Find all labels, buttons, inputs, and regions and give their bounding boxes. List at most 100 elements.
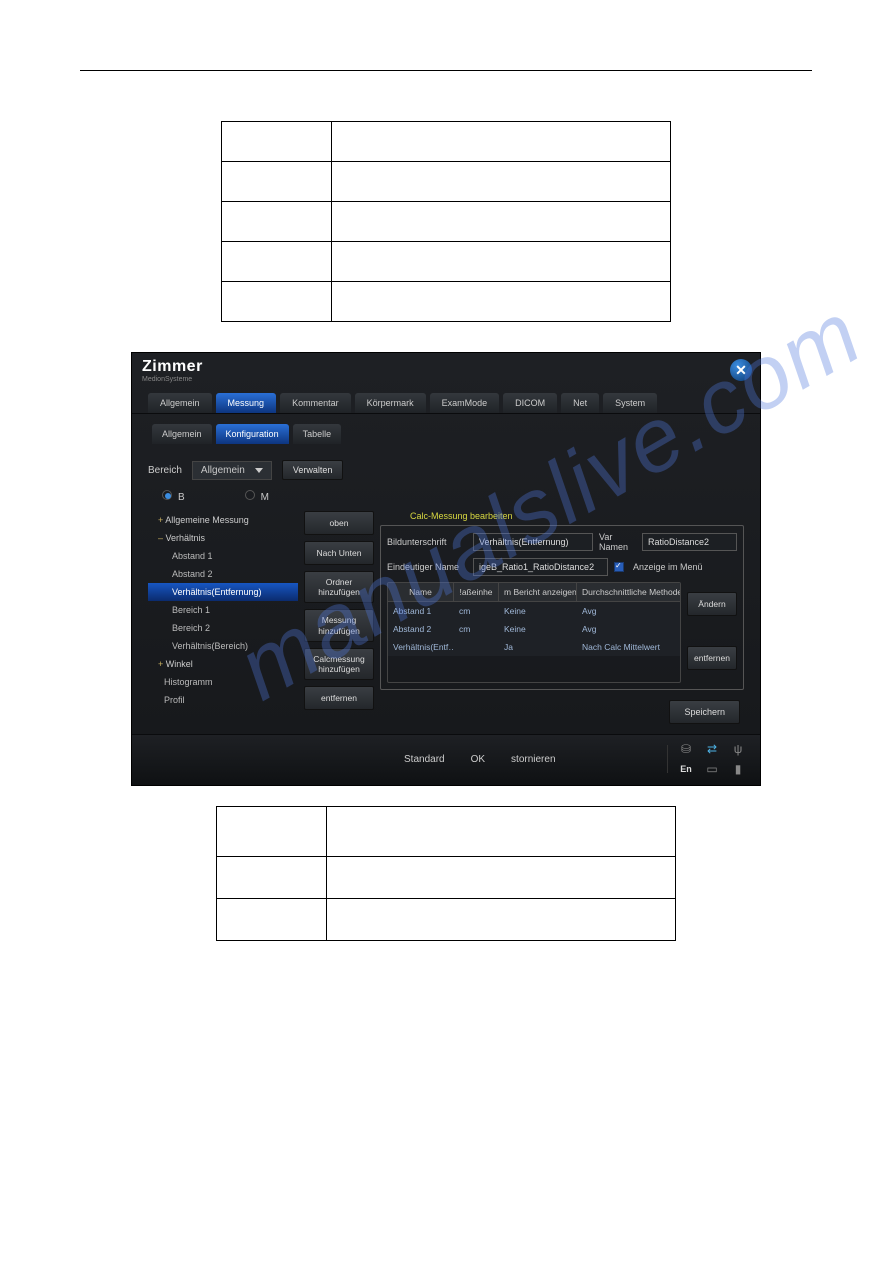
tree-histogramm[interactable]: Histogramm xyxy=(148,673,298,691)
app-header: Zimmer MedionSysteme ✕ xyxy=(132,353,760,387)
disk-icon[interactable]: ⛁ xyxy=(681,742,691,756)
tree-abstand1[interactable]: Abstand 1 xyxy=(148,547,298,565)
save-button[interactable]: Speichern xyxy=(669,700,740,724)
brand-name: Zimmer xyxy=(142,359,203,375)
tab-messung[interactable]: Messung xyxy=(216,393,277,413)
caption-row: Bildunterschrift Verhältnis(Entfernung) … xyxy=(387,532,737,552)
add-measurement-button[interactable]: Messung hinzufügen xyxy=(304,609,374,641)
table-row xyxy=(217,857,676,899)
app-footer: Standard OK stornieren ⛁ ⇄ ψ En ▭ ▮ xyxy=(132,734,760,785)
tree-action-buttons: oben Nach Unten Ordner hinzufügen Messun… xyxy=(304,511,374,724)
editor-table-wrap: Name !aßeinhe m Bericht anzeigen Durchsc… xyxy=(387,582,737,683)
close-button[interactable]: ✕ xyxy=(730,359,752,381)
chevron-down-icon xyxy=(255,468,263,473)
section-select-value: Allgemein xyxy=(201,465,245,476)
tree-verhaeltnis-bereich[interactable]: Verhältnis(Bereich) xyxy=(148,637,298,655)
brand: Zimmer MedionSysteme xyxy=(142,359,203,383)
usb-icon[interactable]: ψ xyxy=(734,742,743,756)
table-row[interactable]: Abstand 1 cm Keine Avg xyxy=(388,602,680,620)
tree-verhaeltnis[interactable]: Verhältnis xyxy=(148,529,298,547)
save-row: Speichern xyxy=(380,700,740,724)
radio-icon xyxy=(162,490,172,500)
move-down-button[interactable]: Nach Unten xyxy=(304,541,374,565)
measurement-tree: Allgemeine Messung Verhältnis Abstand 1 … xyxy=(148,511,298,724)
footer-buttons: Standard OK stornieren xyxy=(404,754,556,765)
unique-input[interactable]: igeB_Ratio1_RatioDistance2 xyxy=(473,558,608,576)
doc-table-bottom xyxy=(216,806,676,941)
editor-table-body: Abstand 1 cm Keine Avg Abstand 2 cm Kein… xyxy=(388,602,680,682)
table-row xyxy=(222,242,671,282)
radio-m[interactable]: M xyxy=(245,490,269,503)
status-icons: ⛁ ⇄ ψ En ▭ ▮ xyxy=(676,741,748,777)
table-row xyxy=(217,807,676,857)
caption-input[interactable]: Verhältnis(Entfernung) xyxy=(473,533,593,551)
language-button[interactable]: En xyxy=(680,764,692,774)
tab-kommentar[interactable]: Kommentar xyxy=(280,393,351,413)
table-row xyxy=(222,122,671,162)
varname-input[interactable]: RatioDistance2 xyxy=(642,533,737,551)
radio-row: B M xyxy=(162,490,744,503)
close-icon: ✕ xyxy=(735,362,747,379)
cancel-button[interactable]: stornieren xyxy=(511,754,555,765)
table-row[interactable]: Abstand 2 cm Keine Avg xyxy=(388,620,680,638)
table-row xyxy=(222,282,671,322)
app-body: Bereich Allgemein Verwalten B M Allgemei… xyxy=(132,444,760,734)
section-select[interactable]: Allgemein xyxy=(192,461,272,480)
editor-title: Calc-Messung bearbeiten xyxy=(410,511,744,521)
subtab-konfiguration[interactable]: Konfiguration xyxy=(216,424,289,444)
subtab-allgemein[interactable]: Allgemein xyxy=(152,424,212,444)
calc-editor: Calc-Messung bearbeiten Bildunterschrift… xyxy=(380,511,744,724)
ok-button[interactable]: OK xyxy=(471,754,485,765)
tab-system[interactable]: System xyxy=(603,393,657,413)
main-columns: Allgemeine Messung Verhältnis Abstand 1 … xyxy=(148,511,744,724)
main-tab-bar: Allgemein Messung Kommentar Körpermark E… xyxy=(132,387,760,414)
col-method: Durchschnittliche Methode xyxy=(577,583,680,602)
section-row: Bereich Allgemein Verwalten xyxy=(148,460,744,480)
varname-label: Var Namen xyxy=(599,532,636,552)
tab-net[interactable]: Net xyxy=(561,393,599,413)
table-row xyxy=(222,202,671,242)
radio-b[interactable]: B xyxy=(162,490,185,503)
manage-button[interactable]: Verwalten xyxy=(282,460,344,480)
radio-icon xyxy=(245,490,255,500)
change-button[interactable]: Ändern xyxy=(687,592,737,616)
tree-winkel[interactable]: Winkel xyxy=(148,655,298,673)
tab-koerpermark[interactable]: Körpermark xyxy=(355,393,426,413)
tab-dicom[interactable]: DICOM xyxy=(503,393,557,413)
doc-table-top xyxy=(221,121,671,322)
col-show: m Bericht anzeigen xyxy=(499,583,577,602)
monitor-icon[interactable]: ▭ xyxy=(706,762,717,776)
tree-bereich2[interactable]: Bereich 2 xyxy=(148,619,298,637)
app-window: Zimmer MedionSysteme ✕ Allgemein Messung… xyxy=(131,352,761,786)
network-icon[interactable]: ⇄ xyxy=(707,742,717,756)
editor-table-head: Name !aßeinhe m Bericht anzeigen Durchsc… xyxy=(388,583,680,602)
remove-button[interactable]: entfernen xyxy=(304,686,374,710)
tab-allgemein[interactable]: Allgemein xyxy=(148,393,212,413)
subtab-tabelle[interactable]: Tabelle xyxy=(293,424,342,444)
tab-exammode[interactable]: ExamMode xyxy=(430,393,500,413)
unique-row: Eindeutiger Name igeB_Ratio1_RatioDistan… xyxy=(387,558,737,576)
remove-row-button[interactable]: entfernen xyxy=(687,646,737,670)
move-up-button[interactable]: oben xyxy=(304,511,374,535)
table-row[interactable]: Verhältnis(Entf… Ja Nach Calc Mittelwert xyxy=(388,638,680,656)
battery-icon[interactable]: ▮ xyxy=(735,762,742,776)
add-folder-button[interactable]: Ordner hinzufügen xyxy=(304,571,374,603)
footer-divider xyxy=(667,745,668,773)
tree-allgemeine-messung[interactable]: Allgemeine Messung xyxy=(148,511,298,529)
col-name: Name xyxy=(388,583,454,602)
tree-bereich1[interactable]: Bereich 1 xyxy=(148,601,298,619)
tree-abstand2[interactable]: Abstand 2 xyxy=(148,565,298,583)
standard-button[interactable]: Standard xyxy=(404,754,445,765)
sub-tab-bar: Allgemein Konfiguration Tabelle xyxy=(132,418,760,444)
editor-table: Name !aßeinhe m Bericht anzeigen Durchsc… xyxy=(387,582,681,683)
editor-box: Bildunterschrift Verhältnis(Entfernung) … xyxy=(380,525,744,690)
brand-sub: MedionSysteme xyxy=(142,376,203,383)
col-unit: !aßeinhe xyxy=(454,583,499,602)
add-calcmeasurement-button[interactable]: Calcmessung hinzufügen xyxy=(304,648,374,680)
page-rule xyxy=(80,70,812,71)
show-in-menu-checkbox[interactable] xyxy=(614,562,624,572)
section-label: Bereich xyxy=(148,465,182,476)
tree-profil[interactable]: Profil xyxy=(148,691,298,709)
tree-verhaeltnis-entfernung[interactable]: Verhältnis(Entfernung) xyxy=(148,583,298,601)
table-row xyxy=(217,899,676,941)
